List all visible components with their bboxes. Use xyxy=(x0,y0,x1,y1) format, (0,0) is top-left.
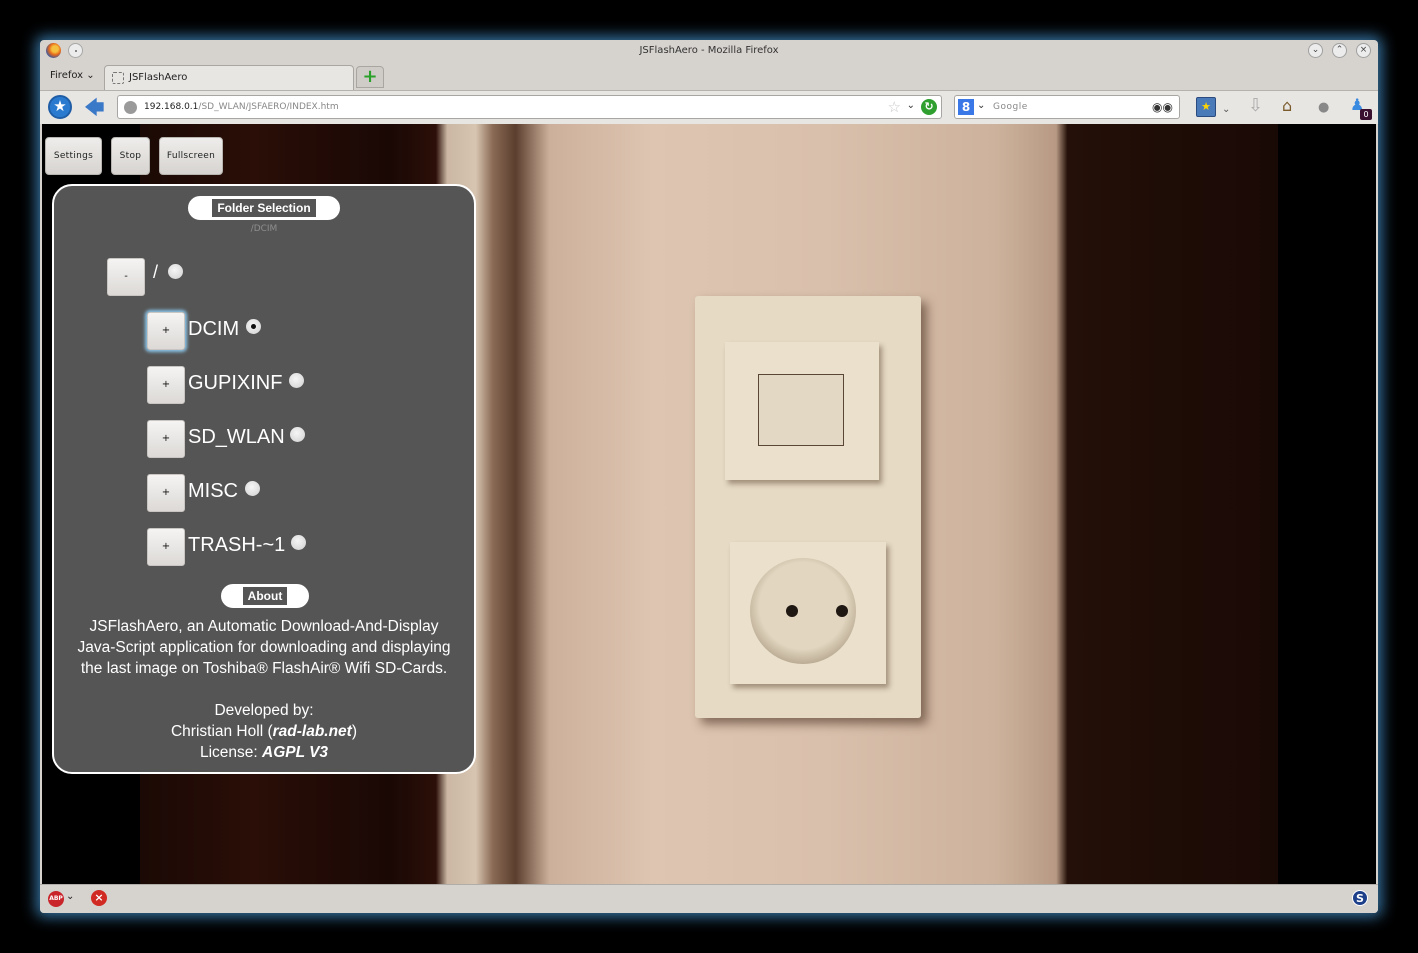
tree-row-root: - / xyxy=(107,258,307,296)
socket-hole xyxy=(750,558,856,664)
folder-name: TRASH-~1 xyxy=(188,534,286,556)
skype-icon[interactable]: S xyxy=(1352,890,1368,906)
folder-radio-selected[interactable] xyxy=(246,319,261,334)
about-line-3: the last image on Toshiba® FlashAir® Wif… xyxy=(80,660,448,677)
history-dropdown-icon[interactable]: ⌄ xyxy=(907,100,915,111)
title-bar: JSFlashAero - Mozilla Firefox ⌄ ⌃ × xyxy=(40,40,1378,62)
license-label: License: xyxy=(199,744,262,761)
folder-selection-header: Folder Selection xyxy=(188,196,340,220)
firefox-menu-label: Firefox xyxy=(50,70,84,81)
folder-name: GUPIXINF xyxy=(188,372,283,394)
reload-icon[interactable]: ↻ xyxy=(921,99,937,115)
tab-bar: Firefox ⌄ JSFlashAero + xyxy=(40,64,1378,90)
expand-button[interactable]: + xyxy=(147,528,185,566)
browser-window: JSFlashAero - Mozilla Firefox ⌄ ⌃ × Fire… xyxy=(40,40,1378,913)
home-icon[interactable]: ⌂ xyxy=(1282,97,1292,115)
folder-name: SD_WLAN xyxy=(188,426,285,448)
tree-row-misc: + MISC xyxy=(147,474,347,512)
navigation-bar: ★ 🡄 192.168.0.1/SD_WLAN/JSFAERO/INDEX.ht… xyxy=(40,90,1378,124)
search-bar[interactable]: 8 ⌄ Google ◉◉ xyxy=(954,95,1180,119)
author-name: Christian Holl ( xyxy=(170,723,273,740)
ghostery-badge: 0 xyxy=(1360,109,1372,120)
downloads-icon[interactable]: ⇩ xyxy=(1248,97,1263,115)
new-tab-button[interactable]: + xyxy=(356,66,384,88)
author-line: Christian Holl (rad-lab.net) xyxy=(54,721,474,742)
close-button[interactable]: × xyxy=(1356,43,1371,58)
tree-row-dcim: + DCIM xyxy=(147,312,347,350)
fullscreen-button[interactable]: Fullscreen xyxy=(159,137,223,175)
binoculars-icon[interactable]: ◉◉ xyxy=(1152,100,1173,114)
developed-by-label: Developed by: xyxy=(214,702,314,719)
firefox-menu-button[interactable]: Firefox ⌄ xyxy=(50,70,95,81)
switch-rocker xyxy=(758,374,844,446)
about-line-2: Java-Script application for downloading … xyxy=(77,639,451,656)
power-socket-image xyxy=(730,542,886,684)
expand-button[interactable]: + xyxy=(147,366,185,404)
expand-button[interactable]: + xyxy=(147,420,185,458)
license-line: License: AGPL V3 xyxy=(54,742,474,763)
folder-selection-title: Folder Selection xyxy=(212,199,316,217)
tab-label: JSFlashAero xyxy=(129,72,188,83)
about-text: JSFlashAero, an Automatic Download-And-D… xyxy=(54,616,474,763)
tab-jsflashaero[interactable]: JSFlashAero xyxy=(104,65,354,90)
stop-button[interactable]: Stop xyxy=(111,137,150,175)
tree-row-trash: + TRASH-~1 xyxy=(147,528,367,566)
about-line-1: JSFlashAero, an Automatic Download-And-D… xyxy=(89,618,439,635)
bookmark-star-icon[interactable]: ★ xyxy=(48,95,72,119)
addon-icon[interactable]: ● xyxy=(1318,99,1329,117)
tree-row-sd-wlan: + SD_WLAN xyxy=(147,420,367,458)
light-switch-image xyxy=(725,342,879,480)
google-engine-icon[interactable]: 8 xyxy=(958,99,974,115)
url-text[interactable]: 192.168.0.1/SD_WLAN/JSFAERO/INDEX.htm xyxy=(144,102,339,112)
folder-radio[interactable] xyxy=(290,427,305,442)
current-path-label: /DCIM xyxy=(250,224,278,234)
error-icon[interactable]: × xyxy=(91,890,107,906)
socket-pin xyxy=(836,605,848,617)
tree-row-gupixinf: + GUPIXINF xyxy=(147,366,367,404)
author-site-link[interactable]: rad-lab.net xyxy=(273,723,352,740)
folder-radio[interactable] xyxy=(245,481,260,496)
about-title: About xyxy=(243,587,287,605)
url-host: 192.168.0.1 xyxy=(144,102,199,112)
socket-pin xyxy=(786,605,798,617)
license-value[interactable]: AGPL V3 xyxy=(262,744,328,761)
adblock-dropdown-icon[interactable]: ⌄ xyxy=(66,891,74,902)
bookmarks-dropdown-icon[interactable]: ⌄ xyxy=(1222,101,1230,119)
back-button[interactable]: 🡄 xyxy=(84,96,106,118)
adblock-plus-icon[interactable]: ABP xyxy=(48,891,64,907)
folder-name: MISC xyxy=(188,480,238,502)
search-input[interactable]: Google xyxy=(993,102,1028,112)
maximize-button[interactable]: ⌃ xyxy=(1332,43,1347,58)
folder-radio[interactable] xyxy=(291,535,306,550)
engine-dropdown-icon[interactable]: ⌄ xyxy=(977,100,985,111)
wall-plate-image xyxy=(695,296,921,718)
bookmarks-menu-icon[interactable]: ★ xyxy=(1196,97,1216,117)
folder-radio[interactable] xyxy=(168,264,183,279)
minimize-button[interactable]: ⌄ xyxy=(1308,43,1323,58)
page-favicon-icon xyxy=(112,72,124,84)
settings-button[interactable]: Settings xyxy=(45,137,102,175)
window-title: JSFlashAero - Mozilla Firefox xyxy=(639,45,779,56)
expand-button[interactable]: + xyxy=(147,474,185,512)
collapse-button[interactable]: - xyxy=(107,258,145,296)
about-header: About xyxy=(221,584,309,608)
bookmark-page-star-icon[interactable]: ☆ xyxy=(888,98,901,116)
expand-button[interactable]: + xyxy=(147,312,185,350)
folder-radio[interactable] xyxy=(289,373,304,388)
folder-name: DCIM xyxy=(188,318,240,340)
folder-name: / xyxy=(153,262,159,282)
chevron-down-icon: ⌄ xyxy=(86,70,95,81)
status-bar: ABP ⌄ × S xyxy=(40,884,1378,913)
page-content: Settings Stop Fullscreen Folder Selectio… xyxy=(42,124,1376,884)
globe-icon xyxy=(124,101,137,114)
folder-selection-panel: Folder Selection /DCIM - / + DCIM + GUPI… xyxy=(52,184,476,774)
author-close: ) xyxy=(351,723,358,740)
url-bar[interactable]: 192.168.0.1/SD_WLAN/JSFAERO/INDEX.htm ☆ … xyxy=(117,95,942,119)
url-path: /SD_WLAN/JSFAERO/INDEX.htm xyxy=(198,102,339,112)
